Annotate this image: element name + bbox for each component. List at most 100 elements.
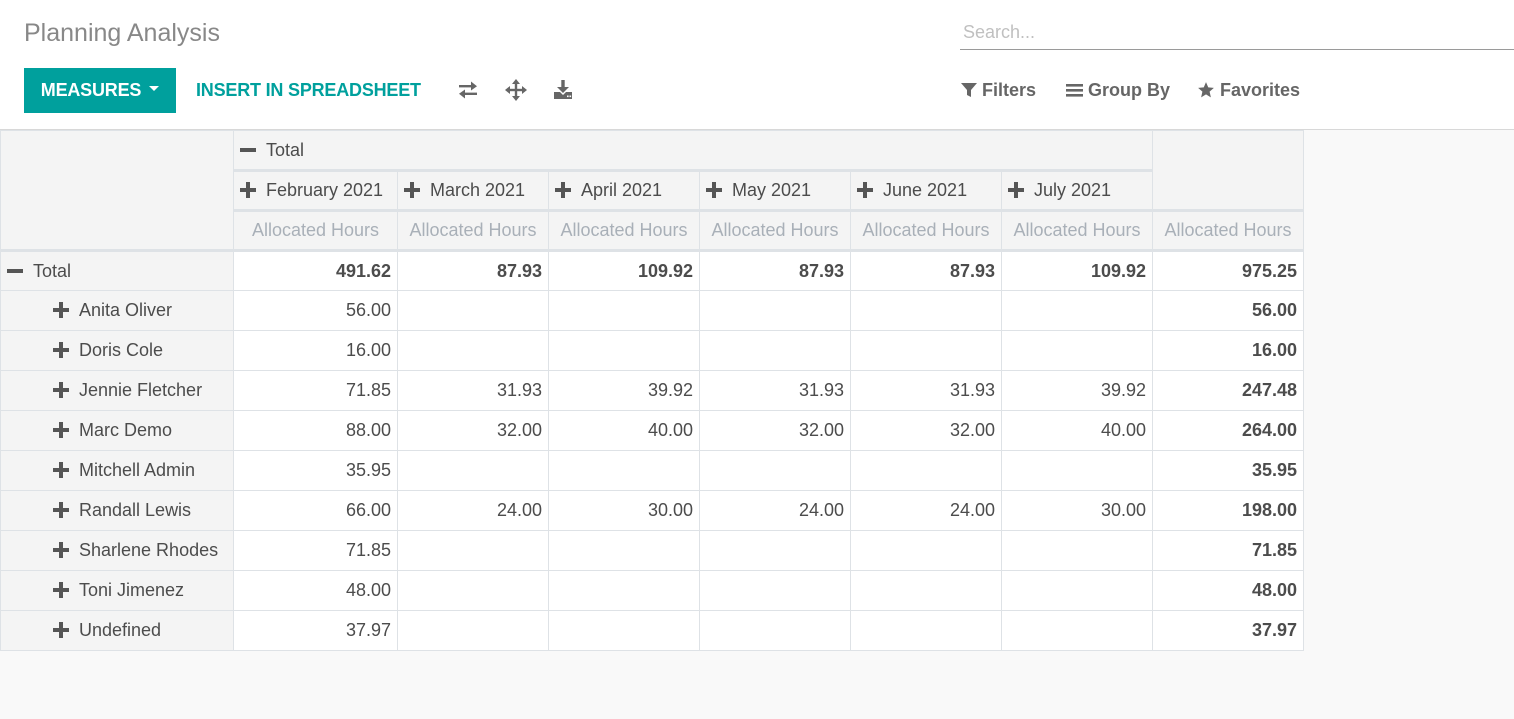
pivot-cell[interactable] [850,610,1002,651]
pivot-grand-total-cell[interactable]: 975.25 [1152,250,1304,291]
search-input[interactable] [960,16,1514,48]
filters-button[interactable]: Filters [961,78,1036,102]
pivot-cell[interactable] [1001,610,1153,651]
pivot-row-total-cell[interactable]: 264.00 [1152,410,1304,451]
row-header[interactable]: Anita Oliver [0,290,234,331]
pivot-cell[interactable]: 32.00 [850,410,1002,451]
pivot-cell[interactable] [699,530,851,571]
pivot-cell[interactable] [699,610,851,651]
insert-in-spreadsheet-button[interactable]: INSERT IN SPREADSHEET [196,68,421,113]
pivot-cell[interactable]: 87.93 [699,250,851,291]
pivot-cell[interactable] [1001,530,1153,571]
row-header[interactable]: Toni Jimenez [0,570,234,611]
col-header-month[interactable]: July 2021 [1001,169,1153,211]
pivot-cell[interactable] [1001,450,1153,491]
pivot-cell[interactable] [699,570,851,611]
pivot-cell[interactable]: 16.00 [233,330,398,371]
pivot-row-total-cell[interactable]: 247.48 [1152,370,1304,411]
pivot-cell[interactable] [1001,290,1153,331]
pivot-cell[interactable]: 24.00 [699,490,851,531]
pivot-cell[interactable]: 24.00 [397,490,549,531]
pivot-cell[interactable] [397,290,549,331]
pivot-cell[interactable]: 32.00 [699,410,851,451]
pivot-cell[interactable]: 40.00 [548,410,700,451]
row-header[interactable]: Randall Lewis [0,490,234,531]
pivot-cell[interactable] [397,450,549,491]
row-header[interactable]: Undefined [0,610,234,651]
pivot-cell[interactable] [850,570,1002,611]
row-header[interactable]: Jennie Fletcher [0,370,234,411]
pivot-cell[interactable]: 48.00 [233,570,398,611]
pivot-cell[interactable]: 109.92 [548,250,700,291]
pivot-cell[interactable] [699,290,851,331]
row-header[interactable]: Mitchell Admin [0,450,234,491]
row-header-total[interactable]: Total [0,250,234,291]
pivot-cell[interactable]: 66.00 [233,490,398,531]
col-header-month[interactable]: March 2021 [397,169,549,211]
pivot-cell[interactable] [699,450,851,491]
pivot-row-total-cell[interactable]: 37.97 [1152,610,1304,651]
pivot-row-total-cell[interactable]: 35.95 [1152,450,1304,491]
pivot-row-total-cell[interactable]: 198.00 [1152,490,1304,531]
col-header-month[interactable]: April 2021 [548,169,700,211]
pivot-row-total-cell[interactable]: 48.00 [1152,570,1304,611]
pivot-cell[interactable] [850,530,1002,571]
pivot-cell[interactable] [548,570,700,611]
flip-axis-button[interactable] [456,78,480,102]
pivot-cell[interactable] [397,610,549,651]
pivot-cell[interactable]: 31.93 [397,370,549,411]
pivot-cell[interactable]: 39.92 [1001,370,1153,411]
pivot-cell[interactable]: 39.92 [548,370,700,411]
pivot-cell[interactable]: 31.93 [699,370,851,411]
measure-header[interactable]: Allocated Hours [397,209,549,252]
measure-header[interactable]: Allocated Hours [699,209,851,252]
pivot-row-total-cell[interactable]: 56.00 [1152,290,1304,331]
col-header-month[interactable]: June 2021 [850,169,1002,211]
pivot-cell[interactable] [548,450,700,491]
group-by-button[interactable]: Group By [1066,78,1170,102]
pivot-cell[interactable]: 31.93 [850,370,1002,411]
favorites-button[interactable]: Favorites [1197,78,1300,102]
pivot-cell[interactable]: 30.00 [1001,490,1153,531]
pivot-cell[interactable]: 32.00 [397,410,549,451]
measure-header[interactable]: Allocated Hours [1152,209,1304,252]
pivot-cell[interactable] [850,450,1002,491]
col-header-month[interactable]: May 2021 [699,169,851,211]
pivot-cell[interactable] [850,290,1002,331]
measure-header[interactable]: Allocated Hours [548,209,700,252]
pivot-cell[interactable] [699,330,851,371]
pivot-cell[interactable] [850,330,1002,371]
pivot-cell[interactable]: 40.00 [1001,410,1153,451]
measure-header[interactable]: Allocated Hours [850,209,1002,252]
pivot-cell[interactable] [397,330,549,371]
pivot-cell[interactable]: 35.95 [233,450,398,491]
col-header-month[interactable]: February 2021 [233,169,398,211]
pivot-cell[interactable]: 37.97 [233,610,398,651]
pivot-cell[interactable]: 491.62 [233,250,398,291]
measures-button[interactable]: MEASURES [24,68,176,113]
pivot-row-total-cell[interactable]: 71.85 [1152,530,1304,571]
pivot-cell[interactable]: 24.00 [850,490,1002,531]
pivot-cell[interactable] [397,570,549,611]
pivot-cell[interactable]: 109.92 [1001,250,1153,291]
measure-header[interactable]: Allocated Hours [1001,209,1153,252]
pivot-cell[interactable]: 71.85 [233,530,398,571]
measure-header[interactable]: Allocated Hours [233,209,398,252]
row-header[interactable]: Sharlene Rhodes [0,530,234,571]
pivot-cell[interactable]: 87.93 [850,250,1002,291]
pivot-cell[interactable]: 88.00 [233,410,398,451]
expand-all-button[interactable] [504,78,528,102]
pivot-cell[interactable]: 87.93 [397,250,549,291]
pivot-cell[interactable] [1001,570,1153,611]
pivot-row-total-cell[interactable]: 16.00 [1152,330,1304,371]
pivot-cell[interactable] [548,330,700,371]
pivot-cell[interactable] [548,610,700,651]
pivot-cell[interactable]: 30.00 [548,490,700,531]
pivot-cell[interactable]: 56.00 [233,290,398,331]
col-header-total[interactable]: Total [233,130,1153,171]
row-header[interactable]: Doris Cole [0,330,234,371]
pivot-cell[interactable] [548,290,700,331]
pivot-cell[interactable] [548,530,700,571]
pivot-cell[interactable] [1001,330,1153,371]
row-header[interactable]: Marc Demo [0,410,234,451]
